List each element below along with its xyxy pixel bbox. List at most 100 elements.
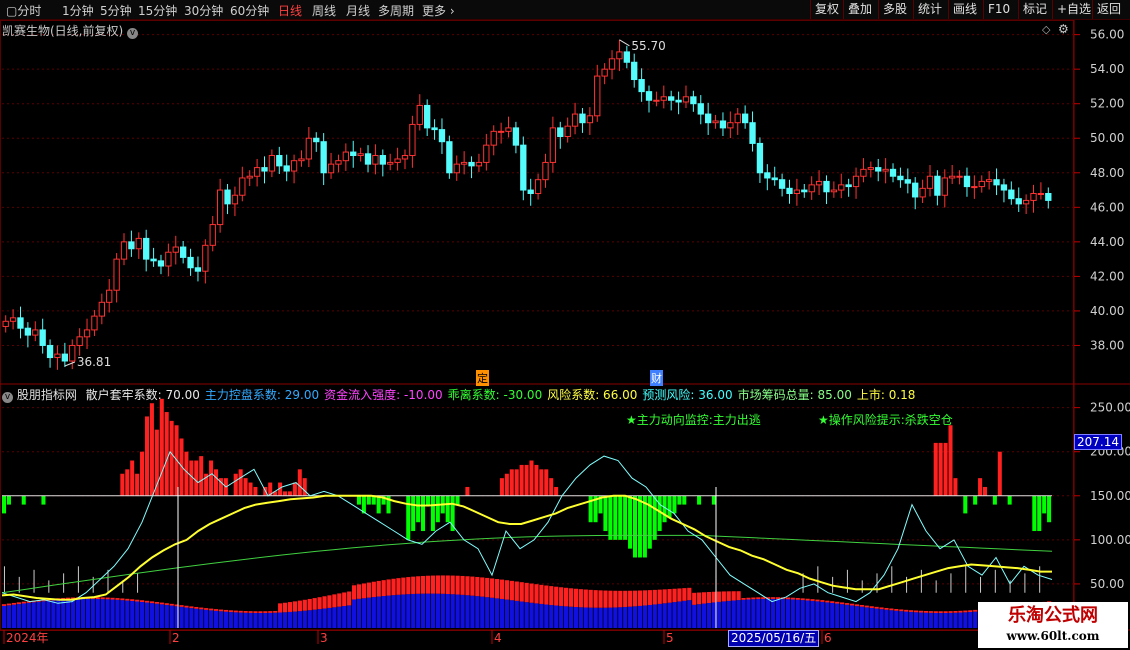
volume-blue-bar — [194, 608, 199, 628]
signal-bar — [642, 495, 647, 558]
toolbar-btn-biaoji[interactable]: 标记 — [1018, 0, 1051, 19]
volume-red-bar — [327, 595, 332, 608]
signal-bar — [366, 495, 371, 505]
volume-blue-bar — [263, 612, 268, 628]
candle-body — [202, 244, 209, 272]
volume-blue-bar — [406, 594, 411, 628]
toolbar-btn-zixuan[interactable]: +自选 — [1052, 0, 1095, 19]
chevron-down-icon[interactable]: v — [2, 392, 13, 403]
period-tab-60min[interactable]: 60分钟 — [230, 2, 269, 19]
candle-body — [712, 120, 719, 124]
signal-bar — [213, 469, 219, 496]
chart-canvas[interactable]: 38.00 40.00 42.00 44.00 46.00 48.00 50.00 52.00… — [0, 20, 1130, 650]
high-price-label: 55.70 — [631, 39, 665, 53]
marker-ding[interactable]: 定 — [476, 370, 489, 386]
settings-gear-icon[interactable]: ⚙ — [1058, 22, 1069, 36]
volume-blue-bar — [534, 603, 539, 628]
diamond-icon[interactable]: ◇ — [1042, 23, 1050, 36]
period-tab-fenshi[interactable]: ▢分时 — [6, 2, 41, 19]
period-tab-weekly[interactable]: 周线 — [312, 2, 336, 19]
volume-red-bar — [125, 598, 130, 601]
period-tab-monthly[interactable]: 月线 — [346, 2, 370, 19]
volume-red-bar — [361, 583, 367, 599]
volume-red-bar — [475, 576, 480, 597]
volume-red-bar — [588, 589, 593, 608]
indicator-value-1: 主力控盘系数: 29.00 — [204, 388, 320, 402]
volume-blue-bar — [943, 612, 948, 628]
signal-bar — [2, 495, 7, 514]
signal-bar — [1007, 495, 1012, 505]
volume-red-bar — [223, 609, 229, 612]
toolbar: ▢分时 1分钟 5分钟 15分钟 30分钟 60分钟 日线 周线 月线 多周期 … — [0, 0, 1130, 20]
period-tab-30min[interactable]: 30分钟 — [184, 2, 223, 19]
volume-red-bar — [563, 587, 569, 607]
candle-body — [564, 125, 571, 138]
signal-bar — [248, 482, 253, 496]
volume-blue-bar — [889, 610, 894, 628]
toolbar-btn-duogu[interactable]: 多股 — [878, 0, 911, 19]
period-tab-multi[interactable]: 多周期 — [378, 2, 414, 19]
volume-blue-bar — [238, 612, 243, 628]
candle-body — [135, 237, 142, 250]
volume-blue-bar — [544, 604, 549, 628]
volume-blue-bar — [741, 599, 746, 628]
volume-blue-bar — [554, 605, 559, 628]
volume-blue-bar — [61, 599, 66, 628]
volume-red-bar — [632, 590, 638, 607]
volume-blue-bar — [465, 595, 470, 628]
period-tab-daily[interactable]: 日线 — [278, 2, 302, 19]
volume-blue-bar — [120, 600, 125, 628]
indicator-name: 股朋指标网 — [16, 388, 77, 402]
volume-red-bar — [376, 580, 381, 597]
signal-bar — [445, 495, 450, 523]
chart-title: 凯赛生物(日线,前复权) — [2, 24, 124, 38]
candle-body — [875, 167, 882, 172]
volume-red-bar — [958, 610, 963, 613]
volume-blue-bar — [894, 610, 899, 628]
volume-blue-bar — [864, 607, 869, 628]
volume-blue-bar — [159, 604, 164, 628]
volume-blue-bar — [273, 612, 278, 628]
period-tab-more[interactable]: 更多 › — [422, 2, 455, 19]
candle-body — [941, 177, 948, 196]
toolbar-btn-fuquan[interactable]: 复权 — [810, 0, 843, 19]
candle-body — [993, 179, 1000, 186]
volume-blue-bar — [731, 600, 736, 628]
signal-bar — [135, 473, 140, 496]
volume-blue-bar — [593, 607, 598, 628]
candle-body — [113, 258, 120, 291]
volume-red-bar — [144, 600, 150, 603]
candle-body — [926, 175, 934, 189]
toolbar-btn-tongji[interactable]: 统计 — [913, 0, 946, 19]
toolbar-btn-f10[interactable]: F10 — [983, 0, 1014, 19]
volume-red-bar — [307, 598, 312, 611]
period-tab-15min[interactable]: 15分钟 — [138, 2, 177, 19]
volume-red-bar — [135, 599, 140, 602]
signal-bar — [682, 495, 687, 505]
volume-red-bar — [771, 597, 776, 599]
chevron-down-icon[interactable]: v — [127, 28, 139, 39]
volume-red-bar — [11, 602, 17, 605]
toolbar-btn-fanhui[interactable]: 返回 — [1092, 0, 1125, 19]
period-tab-1min[interactable]: 1分钟 — [62, 2, 94, 19]
volume-blue-bar — [677, 601, 682, 628]
period-tab-5min[interactable]: 5分钟 — [100, 2, 132, 19]
toolbar-btn-diejia[interactable]: 叠加 — [843, 0, 876, 19]
volume-blue-bar — [746, 599, 751, 628]
candle-body — [534, 179, 542, 195]
candle-body — [845, 184, 852, 188]
volume-blue-bar — [716, 601, 721, 628]
volume-blue-bar — [144, 602, 150, 628]
volume-red-bar — [460, 575, 465, 595]
candle-body — [793, 189, 801, 195]
candle-body — [505, 127, 512, 132]
volume-blue-bar — [135, 601, 140, 628]
signal-bar — [41, 495, 46, 505]
marker-cai[interactable]: 财 — [650, 370, 663, 386]
volume-blue-bar — [657, 603, 662, 628]
volume-blue-bar — [75, 599, 81, 628]
signal-bar — [933, 442, 938, 496]
volume-blue-bar — [795, 599, 800, 628]
volume-red-bar — [706, 591, 712, 603]
toolbar-btn-huaxian[interactable]: 画线 — [948, 0, 981, 19]
